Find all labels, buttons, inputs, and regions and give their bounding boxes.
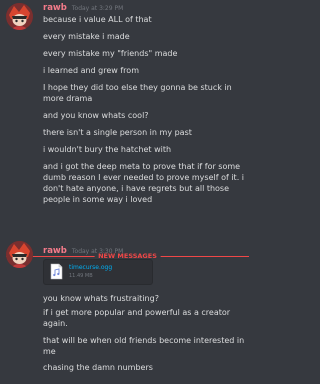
message-line: there isn't a single person in my past bbox=[43, 128, 192, 137]
message-line: chasing the damn numbers bbox=[43, 363, 153, 372]
message-line: you know whats frustraiting? bbox=[43, 294, 159, 303]
message-line: and i got the deep meta to prove that if… bbox=[43, 162, 245, 204]
file-attachment[interactable]: timecurse.ogg 11.49 MB bbox=[43, 259, 153, 285]
user-avatar[interactable] bbox=[6, 241, 33, 268]
username[interactable]: rawb bbox=[43, 246, 67, 256]
message-line: if i get more popular and powerful as a … bbox=[43, 308, 231, 328]
message-header: rawb Today at 3:30 PM bbox=[43, 246, 123, 257]
message-line: because i value ALL of that bbox=[43, 15, 152, 24]
username[interactable]: rawb bbox=[43, 3, 67, 13]
message-line: that will be when old friends become int… bbox=[43, 336, 245, 356]
file-size: 11.49 MB bbox=[69, 273, 93, 279]
timestamp: Today at 3:30 PM bbox=[71, 248, 124, 255]
user-avatar[interactable] bbox=[6, 3, 33, 30]
message-line: every mistake i made bbox=[43, 32, 130, 41]
message-line: and you know whats cool? bbox=[43, 111, 149, 120]
avatar-image bbox=[6, 241, 33, 268]
chat-view: rawb Today at 3:29 PM because i value ALL… bbox=[0, 0, 255, 384]
message-line: i wouldn't bury the hatchet with bbox=[43, 145, 172, 154]
timestamp: Today at 3:29 PM bbox=[71, 5, 124, 12]
file-name-link[interactable]: timecurse.ogg bbox=[69, 264, 112, 272]
message-line: i learned and grew from bbox=[43, 66, 139, 75]
audio-file-icon bbox=[50, 263, 63, 280]
message-line: every mistake my "friends" made bbox=[43, 49, 178, 58]
avatar-image bbox=[6, 3, 33, 30]
message-header: rawb Today at 3:29 PM bbox=[43, 3, 123, 14]
message-line: I hope they did too else they gonna be s… bbox=[43, 83, 232, 103]
